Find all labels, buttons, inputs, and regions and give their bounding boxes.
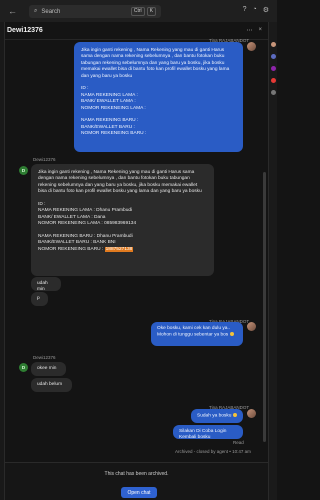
back-arrow-icon[interactable]: ← — [8, 6, 18, 16]
search-bar[interactable]: ⌕ Search Ctrl K — [29, 5, 161, 18]
notification-icon[interactable]: ◔ — [252, 6, 256, 14]
message-bubble-agent: Oke bosku, kami cek kan dulu ya.. Mohon … — [151, 322, 243, 346]
chat-title: Dewi12376 — [7, 27, 43, 34]
archived-note: Archived - closed by agent • 10:47 am — [175, 449, 251, 454]
smile-emoji-icon — [229, 332, 234, 337]
agent-avatar-icon[interactable] — [271, 42, 276, 47]
message-bubble-customer: udah belum — [31, 378, 72, 392]
agent-avatar — [247, 409, 256, 418]
close-icon[interactable]: × — [258, 27, 262, 34]
settings-icon[interactable]: ⚙ — [263, 6, 269, 14]
message-bubble-agent: Silakan Di Coba Login Kembali bosku — [173, 425, 243, 440]
extension-icon[interactable] — [271, 66, 276, 71]
apps-icon[interactable] — [271, 54, 276, 59]
search-label: Search — [41, 8, 61, 15]
smile-emoji-icon — [232, 413, 237, 417]
customer-avatar: D — [19, 166, 28, 175]
message-bubble-agent: Jika ingin ganti rekening , Nama Rekenin… — [74, 42, 243, 152]
message-text: Oke bosku, kami cek kan dulu ya.. Mohon … — [157, 326, 232, 338]
read-receipt: Read — [233, 440, 244, 445]
message-text: Sudah ya bosku — [197, 413, 232, 419]
search-icon: ⌕ — [34, 8, 38, 14]
agent-avatar — [247, 42, 256, 51]
message-bubble-customer: Jika ingin ganti rekening , Nama Rekenin… — [31, 164, 214, 276]
chat-scrollbar[interactable] — [263, 172, 266, 442]
shortcut-ctrl: Ctrl — [130, 7, 145, 16]
highlighted-account-number: 1887527138 — [104, 246, 134, 252]
message-bubble-customer: p — [31, 292, 48, 306]
archived-message: This chat has been archived. — [104, 471, 169, 477]
app-topbar: ← ⌕ Search Ctrl K ? ◔ ⚙ — [0, 0, 277, 22]
alert-icon[interactable] — [271, 78, 276, 83]
message-bubble-customer: okee min — [31, 362, 66, 376]
more-icon[interactable] — [271, 90, 276, 95]
chat-footer: This chat has been archived. Open chat — [5, 462, 268, 500]
help-icon[interactable]: ? — [243, 6, 247, 14]
message-sender: Dewi12376 — [33, 355, 56, 360]
chat-panel: Dewi12376 ⋯ × Tina RAJABANDOT Jika ingin… — [5, 22, 268, 500]
customer-avatar: D — [19, 363, 28, 372]
message-bubble-customer: udah min — [31, 277, 61, 292]
open-chat-button[interactable]: Open chat — [121, 487, 157, 498]
menu-dots-icon[interactable]: ⋯ — [246, 27, 252, 34]
shortcut-k: K — [146, 7, 156, 16]
right-rail — [268, 22, 277, 500]
message-text: Jika ingin ganti rekening , Nama Rekenin… — [38, 170, 202, 252]
agent-avatar — [247, 322, 256, 331]
message-sender: Dewi12376 — [33, 157, 56, 162]
message-bubble-agent: Sudah ya bosku — [191, 409, 243, 423]
